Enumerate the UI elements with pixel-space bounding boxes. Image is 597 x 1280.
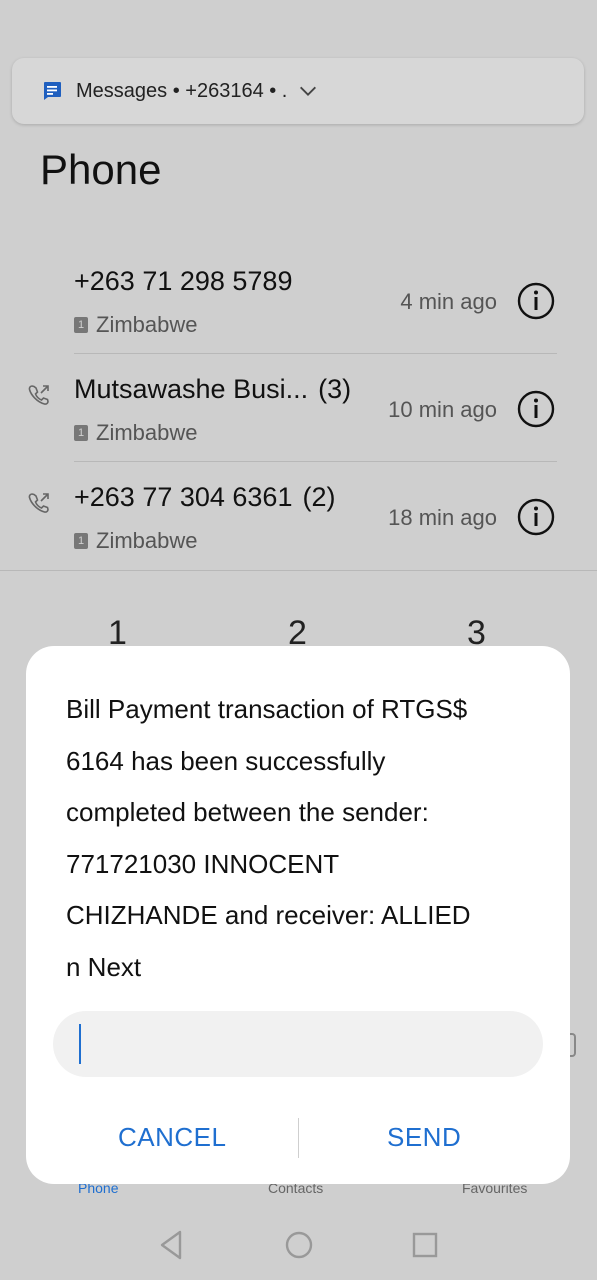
sim-icon: 1 bbox=[74, 425, 88, 441]
message-line: 771721030 INNOCENT bbox=[66, 848, 340, 879]
outgoing-call-icon bbox=[28, 385, 49, 405]
caller-name: Mutsawashe Busi... (3) bbox=[74, 374, 352, 404]
message-line: 6164 has been successfully bbox=[66, 745, 386, 776]
home-icon[interactable] bbox=[283, 1228, 315, 1262]
ussd-dialog: Bill Payment transaction of RTGS$ 6164 h… bbox=[26, 646, 570, 1184]
sim-icon: 1 bbox=[74, 317, 88, 333]
sim-icon: 1 bbox=[74, 533, 88, 549]
call-log-list: +263 71 298 5789 1 Zimbabwe 4 min ago Mut… bbox=[0, 246, 597, 570]
call-log-row[interactable]: +263 77 304 6361 (2) 1 Zimbabwe 18 min ago bbox=[0, 462, 597, 570]
button-separator bbox=[298, 1118, 299, 1158]
list-divider bbox=[0, 570, 597, 571]
caller-location: 1 Zimbabwe bbox=[74, 420, 197, 446]
chevron-down-icon[interactable] bbox=[297, 80, 319, 102]
back-icon[interactable] bbox=[156, 1228, 186, 1262]
call-time: 4 min ago bbox=[400, 289, 497, 314]
info-icon[interactable] bbox=[517, 498, 555, 536]
message-line: n Next bbox=[66, 951, 142, 982]
call-log-row[interactable]: +263 71 298 5789 1 Zimbabwe 4 min ago bbox=[0, 246, 597, 354]
send-button[interactable]: SEND bbox=[387, 1122, 461, 1153]
caller-location: 1 Zimbabwe bbox=[74, 312, 197, 338]
call-time: 18 min ago bbox=[388, 505, 497, 530]
info-icon[interactable] bbox=[517, 282, 555, 320]
caller-name: +263 71 298 5789 bbox=[74, 266, 293, 296]
text-caret bbox=[79, 1024, 81, 1064]
cancel-button[interactable]: CANCEL bbox=[118, 1122, 226, 1153]
message-line: completed between the sender: bbox=[66, 797, 429, 827]
recents-icon[interactable] bbox=[410, 1228, 440, 1262]
call-time: 10 min ago bbox=[388, 397, 497, 422]
caller-location: 1 Zimbabwe bbox=[74, 528, 197, 554]
caller-name: +263 77 304 6361 (2) bbox=[74, 482, 336, 512]
page-title: Phone bbox=[40, 146, 162, 193]
messages-icon bbox=[44, 82, 61, 100]
message-line: CHIZHANDE and receiver: ALLIED bbox=[66, 900, 471, 930]
notification-label: Messages • +263164 • . bbox=[76, 79, 288, 102]
messages-notification[interactable]: Messages • +263164 • . bbox=[12, 58, 584, 124]
outgoing-call-icon bbox=[28, 493, 49, 513]
dialog-message: Bill Payment transaction of RTGS$ 6164 h… bbox=[66, 684, 536, 993]
message-line: Bill Payment transaction of RTGS$ bbox=[66, 694, 468, 724]
info-icon[interactable] bbox=[517, 390, 555, 428]
reply-input[interactable] bbox=[53, 1011, 543, 1077]
call-log-row[interactable]: Mutsawashe Busi... (3) 1 Zimbabwe 10 min a… bbox=[0, 354, 597, 462]
